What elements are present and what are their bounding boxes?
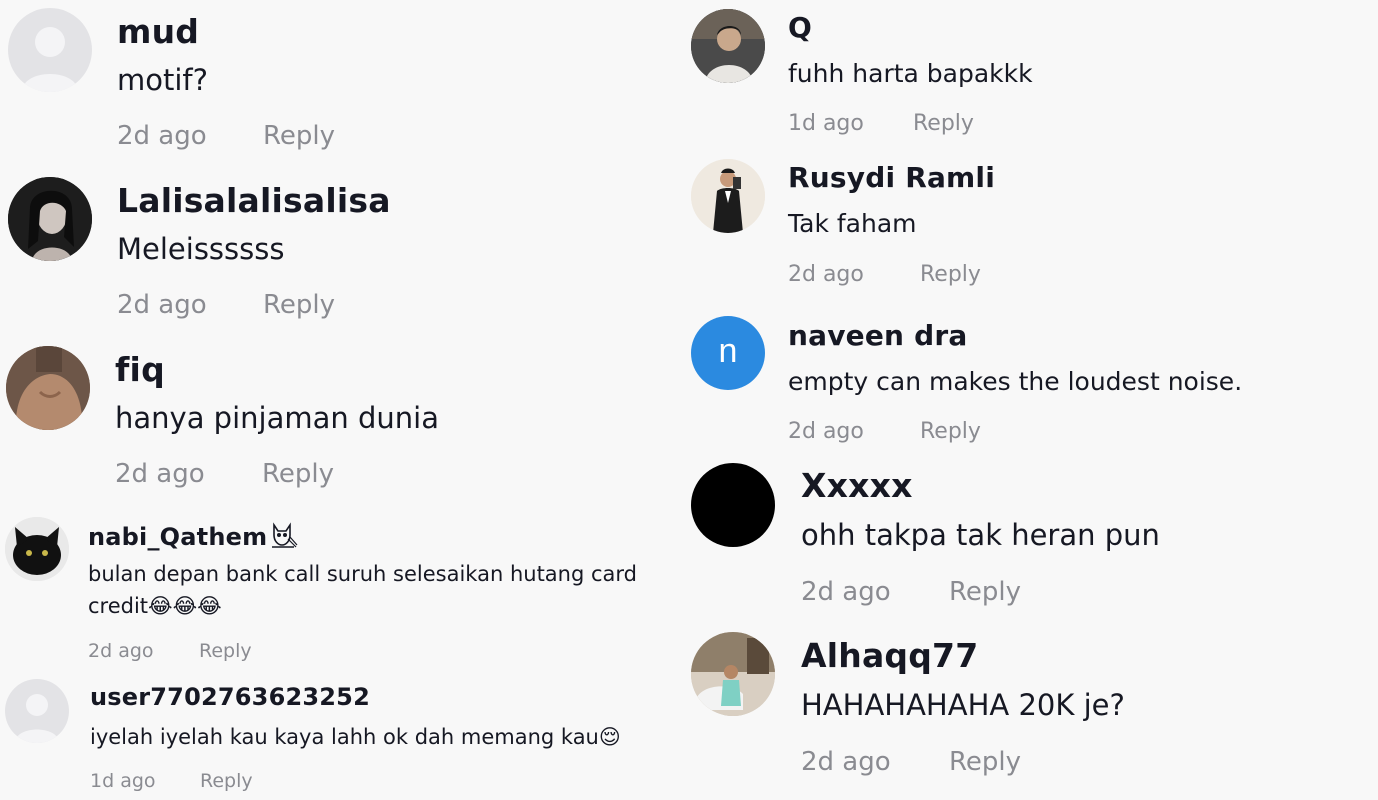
default-avatar-icon[interactable] xyxy=(5,679,69,743)
comment-text: hanya pinjaman dunia xyxy=(115,401,439,435)
comment-timestamp: 1d ago xyxy=(90,770,156,792)
comment-text: empty can makes the loudest noise. xyxy=(788,367,1243,396)
comment-username[interactable]: Rusydi Ramli xyxy=(788,161,995,194)
black-avatar[interactable] xyxy=(691,463,775,547)
comment-timestamp: 2d ago xyxy=(801,747,891,777)
default-avatar-icon[interactable] xyxy=(8,8,92,92)
user-photo-avatar[interactable] xyxy=(8,177,92,261)
reply-button[interactable]: Reply xyxy=(920,419,981,444)
comment-timestamp: 1d ago xyxy=(788,111,864,136)
user-photo-avatar[interactable] xyxy=(691,632,775,716)
comment-timestamp: 2d ago xyxy=(117,290,207,320)
avatar-letter: n xyxy=(718,331,738,370)
comment-username-text: nabi_Qathem xyxy=(88,523,268,551)
comment-text: fuhh harta bapakkk xyxy=(788,59,1033,88)
comment-username[interactable]: mud xyxy=(117,12,199,51)
comment-timestamp: 2d ago xyxy=(788,262,864,287)
reply-button[interactable]: Reply xyxy=(263,290,335,320)
reply-button[interactable]: Reply xyxy=(949,577,1021,607)
comment-username[interactable]: Q xyxy=(788,11,812,44)
comment-timestamp: 2d ago xyxy=(115,459,205,489)
reply-button[interactable]: Reply xyxy=(920,262,981,287)
reply-button[interactable]: Reply xyxy=(949,747,1021,777)
letter-avatar[interactable]: n xyxy=(691,316,765,390)
reply-button[interactable]: Reply xyxy=(199,640,252,662)
comment-text: motif? xyxy=(117,63,209,97)
comment-timestamp: 2d ago xyxy=(88,640,154,662)
reply-button[interactable]: Reply xyxy=(263,121,335,151)
comment-timestamp: 2d ago xyxy=(788,419,864,444)
comment-text: ohh takpa tak heran pun xyxy=(801,518,1160,552)
comment-text: Meleissssss xyxy=(117,232,285,266)
comment-username[interactable]: nabi_Qathem xyxy=(88,521,298,555)
comment-username[interactable]: Lalisalalisalisa xyxy=(117,181,391,220)
cat-photo-avatar[interactable] xyxy=(5,517,69,581)
user-photo-avatar[interactable] xyxy=(6,346,90,430)
owl-emoji-icon xyxy=(268,521,298,555)
comment-text: iyelah iyelah kau kaya lahh ok dah meman… xyxy=(90,725,621,749)
reply-button[interactable]: Reply xyxy=(262,459,334,489)
reply-button[interactable]: Reply xyxy=(200,770,253,792)
comment-username[interactable]: fiq xyxy=(115,350,165,389)
comment-timestamp: 2d ago xyxy=(801,577,891,607)
comment-username[interactable]: Alhaqq77 xyxy=(801,636,978,675)
comment-username[interactable]: user7702763623252 xyxy=(90,683,370,711)
comment-timestamp: 2d ago xyxy=(117,121,207,151)
comment-username[interactable]: naveen dra xyxy=(788,319,968,352)
comment-text-line: bulan depan bank call suruh selesaikan h… xyxy=(88,562,637,586)
comment-text: Tak faham xyxy=(788,209,917,238)
comment-text: HAHAHAHAHA 20K je? xyxy=(801,688,1125,722)
user-photo-avatar[interactable] xyxy=(691,9,765,83)
reply-button[interactable]: Reply xyxy=(913,111,974,136)
user-photo-avatar[interactable] xyxy=(691,159,765,233)
comment-text-line: credit😂😂😂 xyxy=(88,594,222,618)
comment-username[interactable]: Xxxxx xyxy=(801,466,913,505)
